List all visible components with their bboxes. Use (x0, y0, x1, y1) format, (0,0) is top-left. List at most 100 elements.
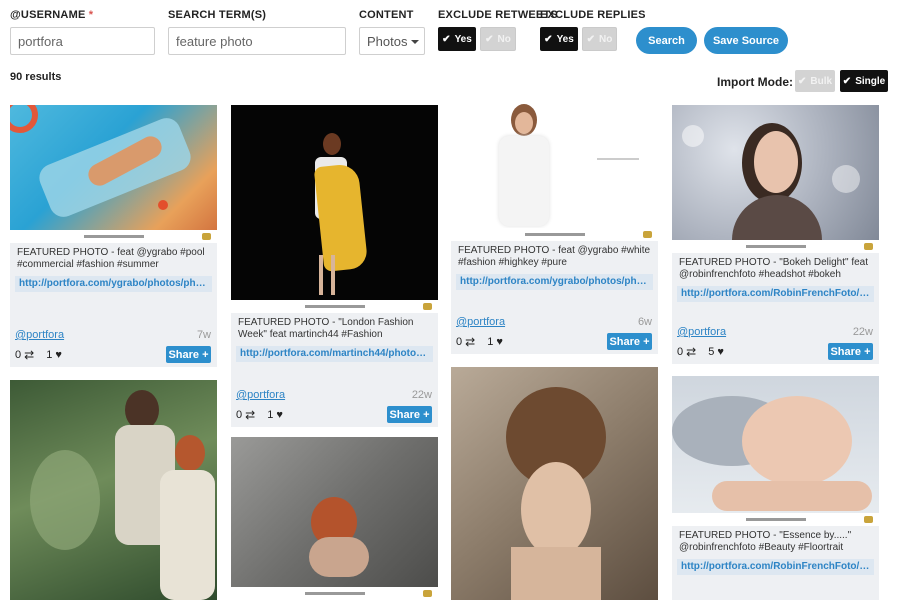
exclude-retweets-yes-label: Yes (454, 33, 472, 45)
beauty-closeup-photo[interactable] (672, 376, 879, 526)
pool-float (10, 105, 38, 133)
card-meta: @portfora 7w 0 ⇄ 1 ♥ Share + (15, 329, 211, 367)
import-single-label: Single (855, 75, 886, 87)
leg (319, 255, 323, 295)
like-count: 1 (46, 349, 53, 361)
card-stats: 0 ⇄ 1 ♥ (236, 408, 283, 422)
retweet-count: 0 (677, 346, 684, 358)
card-caption: FEATURED PHOTO - "Essence by....." @robi… (679, 530, 852, 553)
card-age: 22w (411, 389, 432, 401)
retweet-count: 0 (236, 409, 243, 421)
like-count: 5 (708, 346, 715, 358)
card-age: 6w (637, 316, 652, 328)
required-mark: * (88, 9, 94, 21)
head (323, 133, 341, 155)
card-link[interactable]: http://portfora.com/ygrabo/photos/photog… (456, 274, 653, 290)
face (754, 131, 798, 193)
bokeh-headshot-photo[interactable] (672, 105, 879, 253)
exclude-replies-label: EXCLUDE REPLIES (540, 9, 646, 21)
card-caption: FEATURED PHOTO - "London Fashion Week" f… (238, 317, 414, 340)
exclude-retweets-no-toggle[interactable]: ✔ No (480, 27, 516, 51)
share-button[interactable]: Share + (387, 406, 432, 423)
heart-icon: ♥ (55, 349, 62, 361)
search-button[interactable]: Search (636, 27, 697, 54)
card-stats: 0 ⇄ 5 ♥ (677, 345, 724, 359)
save-source-button[interactable]: Save Source (704, 27, 788, 54)
card-age: 22w (852, 326, 873, 338)
updo-hair-photo[interactable] (451, 367, 658, 600)
heart-icon: ♥ (276, 409, 283, 421)
content-select[interactable]: Photos (359, 27, 425, 55)
foliage (30, 450, 100, 550)
neck (511, 547, 601, 600)
card-link[interactable]: http://portfora.com/RobinFrenchFoto/pho.… (677, 559, 874, 575)
white-highkey-photo[interactable] (451, 100, 658, 241)
exclude-replies-yes-toggle[interactable]: ✔ Yes (540, 27, 578, 51)
check-icon: ✔ (797, 75, 807, 87)
bokeh-dot (682, 125, 704, 147)
share-button[interactable]: Share + (166, 346, 211, 363)
card-age: 7w (196, 329, 211, 341)
result-card (231, 437, 438, 600)
check-icon: ✔ (442, 33, 451, 45)
username-label-text: @USERNAME (10, 9, 86, 21)
card-caption: FEATURED PHOTO - "Bokeh Delight" feat @r… (679, 257, 869, 280)
red-hair (175, 435, 205, 471)
search-term-label: SEARCH TERM(S) (168, 9, 267, 21)
retweet-icon: ⇄ (465, 335, 476, 349)
retweet-icon: ⇄ (245, 408, 256, 422)
side-text (597, 158, 639, 160)
card-username-link[interactable]: @portfora (456, 316, 505, 328)
exclude-retweets-yes-toggle[interactable]: ✔ Yes (438, 27, 476, 51)
photo-watermark-strip (231, 300, 438, 313)
photo-watermark-strip (231, 587, 438, 600)
import-bulk-toggle[interactable]: ✔ Bulk (795, 70, 835, 92)
result-card: FEATURED PHOTO - "Bokeh Delight" feat @r… (672, 105, 879, 364)
photo-watermark-strip (672, 240, 879, 253)
result-card: FEATURED PHOTO - feat @ygrabo #white #fa… (451, 100, 658, 354)
bokeh-dot (832, 165, 860, 193)
leg (331, 255, 335, 295)
retweet-count: 0 (456, 336, 463, 348)
retweet-icon: ⇄ (24, 348, 35, 362)
results-count: 90 results (10, 71, 62, 83)
chevron-down-icon (411, 40, 419, 44)
share-button[interactable]: Share + (607, 333, 652, 350)
arm (712, 481, 872, 511)
card-stats: 0 ⇄ 1 ♥ (15, 348, 62, 362)
username-input[interactable] (10, 27, 155, 55)
dress (160, 470, 215, 600)
card-username-link[interactable]: @portfora (677, 326, 726, 338)
card-username-link[interactable]: @portfora (15, 329, 64, 341)
import-single-toggle[interactable]: ✔ Single (840, 70, 888, 92)
import-bulk-label: Bulk (810, 75, 833, 87)
search-term-input[interactable] (168, 27, 346, 55)
exclude-replies-no-toggle[interactable]: ✔ No (582, 27, 617, 51)
face (521, 462, 591, 557)
heart-icon: ♥ (496, 336, 503, 348)
import-mode-label: Import Mode: (717, 75, 793, 89)
check-icon: ✔ (485, 33, 494, 45)
heart-icon: ♥ (717, 346, 724, 358)
card-meta: @portfora 22w 0 ⇄ 1 ♥ Share + (236, 389, 432, 427)
grunge-portrait-photo[interactable] (231, 437, 438, 600)
check-icon: ✔ (544, 33, 553, 45)
content-select-value: Photos (367, 34, 408, 49)
card-caption: FEATURED PHOTO - feat @ygrabo #pool #com… (17, 247, 205, 270)
card-stats: 0 ⇄ 1 ♥ (456, 335, 503, 349)
share-button[interactable]: Share + (828, 343, 873, 360)
card-link[interactable]: http://portfora.com/martinch44/photos/ph… (236, 346, 433, 362)
result-card (10, 380, 217, 600)
yellow-coat-photo[interactable] (231, 105, 438, 313)
garden-brides-photo[interactable] (10, 380, 217, 600)
content-label: CONTENT (359, 9, 414, 21)
card-username-link[interactable]: @portfora (236, 389, 285, 401)
pool-fashion-photo[interactable] (10, 105, 217, 243)
card-link[interactable]: http://portfora.com/RobinFrenchFoto/pho.… (677, 286, 874, 302)
photo-watermark-strip (10, 230, 217, 243)
white-outfit (499, 136, 549, 226)
result-card: FEATURED PHOTO - "Essence by....." @robi… (672, 376, 879, 600)
card-link[interactable]: http://portfora.com/ygrabo/photos/photog… (15, 276, 212, 292)
check-icon: ✔ (586, 33, 596, 45)
face (515, 112, 533, 134)
